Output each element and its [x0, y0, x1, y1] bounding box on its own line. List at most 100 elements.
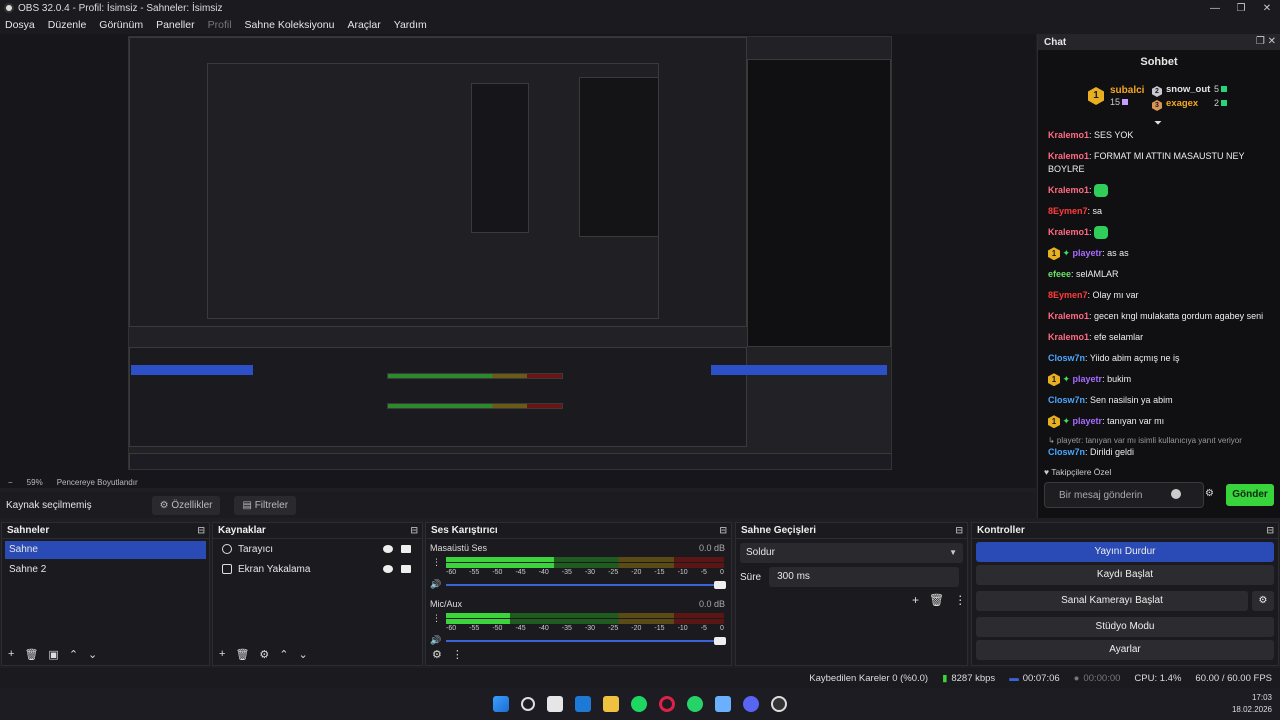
chat-username: Kralemo1: [1048, 332, 1090, 343]
source-settings-icon[interactable]: ⚙: [259, 648, 269, 661]
move-down-icon[interactable]: ⌄: [88, 648, 97, 661]
advanced-audio-icon[interactable]: ⚙: [432, 648, 442, 661]
scene-filters-icon[interactable]: ▣: [48, 648, 58, 661]
send-button[interactable]: Gönder: [1226, 484, 1274, 506]
chat-text: Yiido abim açmış ne iş: [1089, 353, 1180, 364]
mixer-menu-icon[interactable]: ⋮: [452, 648, 463, 661]
dock-menu-icon[interactable]: ⊟: [1266, 525, 1274, 536]
source-item[interactable]: Tarayıcı: [216, 541, 419, 559]
settings-button[interactable]: Ayarlar: [976, 640, 1274, 660]
dock-menu-icon[interactable]: ⊟: [410, 525, 418, 536]
chat-text: Dirildi geldi: [1090, 447, 1135, 458]
start-recording-button[interactable]: Kaydı Başlat: [976, 565, 1274, 585]
dock-menu-icon[interactable]: ⊟: [197, 525, 205, 536]
remove-scene-icon[interactable]: 🗑: [24, 648, 38, 661]
menu-docks[interactable]: Paneller: [156, 19, 195, 31]
menu-help[interactable]: Yardım: [394, 19, 427, 31]
spotify-icon[interactable]: [631, 696, 647, 712]
add-source-icon[interactable]: +: [219, 648, 225, 661]
outlook-icon[interactable]: [575, 696, 591, 712]
tick-label: -50: [492, 569, 503, 576]
start-virtual-camera-button[interactable]: Sanal Kamerayı Başlat: [976, 591, 1248, 611]
properties-button[interactable]: ⚙ Özellikler: [151, 495, 221, 515]
duration-input[interactable]: 300 ms: [769, 567, 960, 587]
scenes-header: Sahneler ⊟: [2, 523, 209, 539]
track-menu-icon[interactable]: ⋮: [432, 613, 441, 624]
whatsapp-icon[interactable]: [687, 696, 703, 712]
add-transition-icon[interactable]: +: [912, 593, 919, 607]
lock-icon[interactable]: [401, 565, 411, 573]
fit-window-label[interactable]: Pencereye Boyutlandır: [57, 478, 138, 487]
stop-stream-button[interactable]: Yayını Durdur: [976, 542, 1274, 562]
chat-dock-header: Chat ❐ ✕: [1038, 34, 1280, 50]
remove-source-icon[interactable]: 🗑: [235, 648, 249, 661]
file-explorer-icon[interactable]: [603, 696, 619, 712]
preview-canvas[interactable]: [128, 36, 892, 470]
track-db: 0.0 dB: [698, 543, 725, 553]
tick-label: -50: [492, 625, 503, 632]
menu-file[interactable]: Dosya: [5, 19, 35, 31]
menu-profile[interactable]: Profil: [208, 19, 232, 31]
track-menu-icon[interactable]: ⋮: [432, 557, 441, 568]
move-down-icon[interactable]: ⌄: [299, 648, 308, 661]
scene-item[interactable]: Sahne 2: [5, 561, 206, 579]
filters-button[interactable]: ▤ Filtreler: [234, 495, 297, 515]
chat-dock: Chat ❐ ✕ Sohbet 1 subalci 15 2 snow_out …: [1037, 34, 1280, 518]
chat-username: Closw7n: [1048, 395, 1086, 406]
zoom-out-icon[interactable]: −: [8, 478, 13, 487]
widgets-icon[interactable]: [547, 696, 563, 712]
volume-meter: [446, 563, 724, 568]
menu-tools[interactable]: Araçlar: [347, 19, 380, 31]
chat-title: Sohbet: [1140, 56, 1178, 68]
discord-icon[interactable]: [743, 696, 759, 712]
mixer-dock: Ses Karıştırıcı ⊟ Masaüstü Ses 0.0 dB ⋮ -…: [425, 522, 732, 666]
tick-label: -40: [538, 569, 549, 576]
volume-slider[interactable]: [446, 637, 726, 645]
virtual-camera-settings-icon[interactable]: ⚙: [1252, 591, 1274, 611]
dock-menu-icon[interactable]: ⊟: [955, 525, 963, 536]
studio-mode-button[interactable]: Stüdyo Modu: [976, 617, 1274, 637]
transition-select[interactable]: Soldur ▼: [740, 543, 963, 563]
visibility-icon[interactable]: [383, 565, 393, 573]
maximize-button[interactable]: ❐: [1228, 0, 1254, 16]
move-up-icon[interactable]: ⌃: [279, 648, 288, 661]
leaderboard: 1 subalci 15 2 snow_out 5 3 exagex 2: [1088, 84, 1278, 114]
tick-label: 0: [719, 625, 724, 632]
move-up-icon[interactable]: ⌃: [69, 648, 78, 661]
menu-view[interactable]: Görünüm: [99, 19, 143, 31]
transitions-header: Sahne Geçişleri ⊟: [736, 523, 967, 539]
speaker-icon[interactable]: 🔊: [430, 635, 441, 646]
tick-label: -20: [631, 569, 642, 576]
search-icon[interactable]: [521, 697, 535, 711]
obs-taskbar-icon[interactable]: [771, 696, 787, 712]
emoji-icon[interactable]: [1171, 489, 1181, 499]
chat-settings-icon[interactable]: ⚙: [1205, 488, 1214, 499]
meter-ticks: -60 -55 -50 -45 -40 -35 -30 -25 -20 -15 -10 -5 0: [446, 625, 724, 632]
speaker-icon[interactable]: 🔊: [430, 579, 441, 590]
zoom-level[interactable]: 59%: [27, 478, 43, 487]
title-bar: OBS 32.0.4 - Profil: İsimsiz - Sahneler:…: [0, 0, 1280, 16]
lock-icon[interactable]: [401, 545, 411, 553]
start-icon[interactable]: [493, 696, 509, 712]
remove-transition-icon[interactable]: 🗑: [929, 593, 944, 607]
menu-scene-collection[interactable]: Sahne Koleksiyonu: [245, 19, 335, 31]
network-app-icon[interactable]: [715, 696, 731, 712]
preview-area[interactable]: [0, 34, 1036, 476]
menu-edit[interactable]: Düzenle: [48, 19, 87, 31]
collapse-icon[interactable]: ⏷: [1154, 118, 1162, 129]
chat-message: Kralemo1: gecen kngl mulakatta gordum ag…: [1048, 311, 1264, 322]
chat-text: as as: [1107, 248, 1129, 259]
transition-menu-icon[interactable]: ⋮: [954, 593, 966, 607]
minimize-button[interactable]: —: [1202, 0, 1228, 16]
dock-controls-icon[interactable]: ❐ ✕: [1256, 36, 1276, 47]
dock-menu-icon[interactable]: ⊟: [719, 525, 727, 536]
scene-item[interactable]: Sahne: [5, 541, 206, 559]
opera-icon[interactable]: [659, 696, 675, 712]
close-button[interactable]: ✕: [1254, 0, 1280, 16]
leader-name: snow_out: [1166, 84, 1211, 95]
source-item[interactable]: Ekran Yakalama: [216, 561, 419, 579]
add-scene-icon[interactable]: +: [8, 648, 14, 661]
volume-meter: [446, 613, 724, 618]
volume-slider[interactable]: [446, 581, 726, 589]
visibility-icon[interactable]: [383, 545, 393, 553]
